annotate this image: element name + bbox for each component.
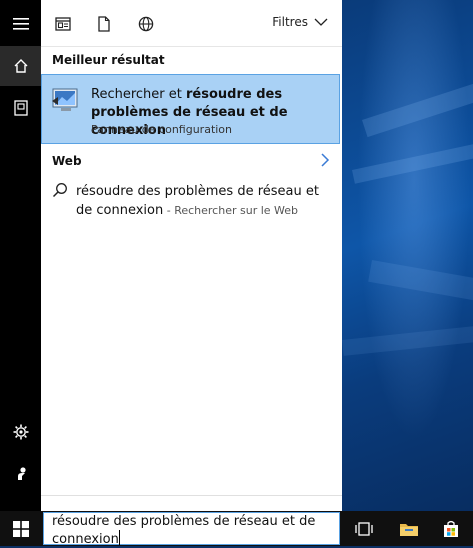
web-filter-button[interactable] [135,13,157,35]
notebook-icon [13,100,28,116]
settings-icon [13,424,28,440]
file-explorer-icon [400,523,418,536]
web-heading: Web [52,154,82,168]
web-section-header[interactable]: Web [41,148,342,174]
web-suggestion-text: résoudre des problèmes de réseau et de c… [76,182,326,220]
taskbar: résoudre des problèmes de réseau et de c… [0,511,473,547]
search-toolbar: Filtres [41,0,342,47]
search-results-panel: Filtres Meilleur résultat Rechercher et … [41,0,342,511]
windows-start-icon [12,520,29,537]
home-icon [14,59,27,73]
search-icon [52,183,67,198]
search-input[interactable]: résoudre des problèmes de réseau et de c… [43,512,340,547]
control-panel-icon [52,88,78,111]
documents-filter-button[interactable] [93,13,115,35]
filters-label: Filtres [272,15,308,29]
notebook-button[interactable] [0,88,41,128]
feedback-icon [17,467,26,480]
chevron-down-icon [314,18,328,26]
task-view-button[interactable] [344,511,384,546]
chevron-right-icon [321,153,330,167]
store-button[interactable] [431,511,471,546]
web-suggestion-item[interactable]: résoudre des problèmes de réseau et de c… [41,178,342,222]
home-button[interactable] [0,46,41,86]
best-result-subtitle: Panneau de configuration [91,123,233,136]
text-caret [118,530,120,545]
divider [41,495,342,496]
start-rail [0,0,41,511]
apps-icon [55,17,71,31]
hamburger-icon [12,18,29,30]
best-result-heading: Meilleur résultat [52,53,165,67]
best-result-item[interactable]: Rechercher et résoudre des problèmes de … [41,74,340,144]
document-icon [98,16,110,32]
web-icon [138,16,154,32]
settings-button[interactable] [0,412,41,452]
best-result-title-prefix: Rechercher et [91,87,186,102]
feedback-button[interactable] [0,454,41,494]
search-input-value: résoudre des problèmes de réseau et de c… [52,514,316,547]
desktop-wallpaper [342,0,473,511]
file-explorer-button[interactable] [389,511,429,546]
start-button[interactable] [0,511,41,546]
hamburger-menu-button[interactable] [0,4,41,44]
apps-filter-button[interactable] [52,13,74,35]
web-suggestion-source: - Rechercher sur le Web [163,204,299,217]
task-view-icon [355,521,373,536]
store-icon [444,520,458,537]
filters-dropdown[interactable]: Filtres [272,15,328,29]
